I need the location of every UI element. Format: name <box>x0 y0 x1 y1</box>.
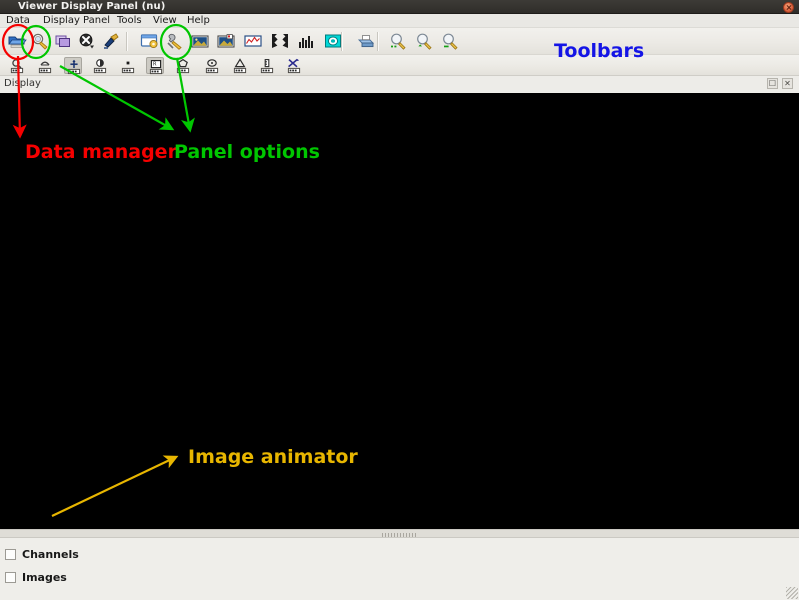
clean-panel-icon[interactable] <box>101 31 121 51</box>
image-manager-icon[interactable] <box>190 31 210 51</box>
tool-shape-icon[interactable] <box>231 57 249 74</box>
menu-tools[interactable]: Tools <box>114 14 145 28</box>
animator-label-channels: Channels <box>22 548 79 561</box>
display-dock-header: Display ☐ ✕ <box>0 76 799 92</box>
display-canvas[interactable] <box>0 93 799 529</box>
image-export-icon[interactable] <box>216 31 236 51</box>
window-titlebar: Viewer Display Panel (nu) <box>0 0 799 14</box>
print-icon[interactable] <box>356 31 376 51</box>
animator-label-images: Images <box>22 571 67 584</box>
animator-checkbox-images[interactable] <box>5 572 16 583</box>
splitter-grip <box>381 533 418 537</box>
tool-region-icon[interactable]: R <box>146 57 164 75</box>
menu-data[interactable]: Data <box>3 14 33 28</box>
window-resize-grip[interactable] <box>786 587 798 599</box>
fit-region-icon[interactable] <box>270 31 290 51</box>
menu-display-panel[interactable]: Display Panel <box>40 14 113 28</box>
new-panel-icon[interactable] <box>53 31 73 51</box>
menubar: Data Display Panel Tools View Help <box>0 14 799 28</box>
tool-pan-icon[interactable] <box>36 57 54 74</box>
zoom-out-icon[interactable] <box>440 31 460 51</box>
histogram-icon[interactable] <box>296 31 316 51</box>
window-close-button[interactable] <box>783 2 794 13</box>
tool-contrast-icon[interactable] <box>91 57 109 74</box>
panel-options-icon[interactable] <box>165 31 185 51</box>
tool-edit-icon[interactable] <box>285 57 303 74</box>
panel-settings-icon[interactable] <box>139 31 159 51</box>
tool-ellipse-icon[interactable] <box>203 57 221 74</box>
zoom-fit-icon[interactable] <box>388 31 408 51</box>
display-dock-title: Display <box>4 78 41 89</box>
tool-crosshair-icon[interactable] <box>64 57 82 75</box>
colormap-icon[interactable] <box>323 31 343 51</box>
menu-help[interactable]: Help <box>184 14 213 28</box>
panel-splitter[interactable] <box>0 529 799 538</box>
open-data-icon[interactable] <box>7 31 27 51</box>
delete-panel-icon[interactable] <box>77 31 97 51</box>
toolbar-separator <box>377 32 379 51</box>
display-dock-undock-button[interactable]: ☐ <box>767 78 778 89</box>
main-toolbar <box>0 28 799 55</box>
tools-toolbar: R <box>0 55 799 76</box>
animator-checkbox-channels[interactable] <box>5 549 16 560</box>
profile-plot-icon[interactable] <box>243 31 263 51</box>
toolbar-separator <box>126 32 128 51</box>
window-title: Viewer Display Panel (nu) <box>18 1 166 12</box>
animators-panel: Channels Images <box>0 538 799 600</box>
tool-polygon-icon[interactable] <box>174 57 192 74</box>
tool-point-icon[interactable] <box>119 57 137 74</box>
zoom-in-icon[interactable] <box>414 31 434 51</box>
menu-view[interactable]: View <box>150 14 180 28</box>
tool-zoom-icon[interactable] <box>8 57 26 74</box>
display-dock-close-button[interactable]: ✕ <box>782 78 793 89</box>
data-manager-icon[interactable] <box>30 31 50 51</box>
svg-text:R: R <box>153 61 157 67</box>
tool-ruler-icon[interactable] <box>258 57 276 74</box>
application-window: Viewer Display Panel (nu) Data Display Pa… <box>0 0 799 600</box>
